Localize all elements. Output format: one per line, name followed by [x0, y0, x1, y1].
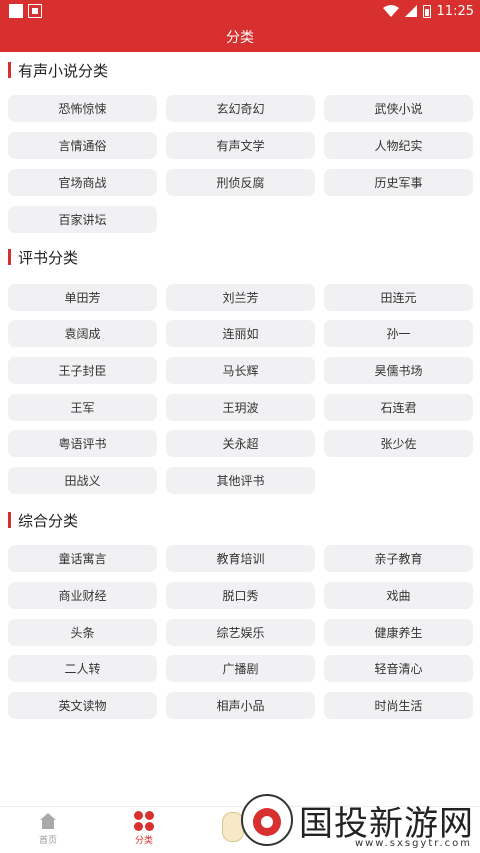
- category-chip[interactable]: 英文读物: [8, 692, 157, 719]
- category-chip[interactable]: 历史军事: [324, 169, 473, 196]
- section-accent-bar: [8, 249, 11, 265]
- category-chip[interactable]: 关永超: [166, 430, 315, 457]
- status-bar: 11:25: [0, 0, 480, 22]
- category-chip[interactable]: 田连元: [324, 284, 473, 311]
- battery-icon: [422, 4, 431, 18]
- section-title-storytelling: 评书分类: [8, 247, 78, 267]
- category-chip[interactable]: 头条: [8, 619, 157, 646]
- category-chip[interactable]: 脱口秀: [166, 582, 315, 609]
- page-title: 分类: [226, 30, 254, 46]
- signal-icon: [404, 5, 417, 17]
- notification-icon: [9, 4, 23, 18]
- category-chip[interactable]: 商业财经: [8, 582, 157, 609]
- category-chip[interactable]: 言情通俗: [8, 132, 157, 159]
- category-chip[interactable]: 恐怖惊悚: [8, 95, 157, 122]
- category-chip[interactable]: 单田芳: [8, 284, 157, 311]
- section-title-text: 评书分类: [18, 248, 79, 267]
- category-chip[interactable]: 王子封臣: [8, 357, 157, 384]
- section-title-audio-novels: 有声小说分类: [8, 60, 108, 80]
- app-bar: 分类: [0, 22, 480, 52]
- watermark-url: www.sxsgytr.com: [354, 838, 472, 849]
- nav-category[interactable]: 分类: [96, 811, 192, 851]
- category-chip[interactable]: 人物纪实: [324, 132, 473, 159]
- category-chip[interactable]: 教育培训: [166, 545, 315, 572]
- category-chip[interactable]: 玄幻奇幻: [166, 95, 315, 122]
- category-chip[interactable]: 昊儒书场: [324, 357, 473, 384]
- category-chip[interactable]: 亲子教育: [324, 545, 473, 572]
- section-accent-bar: [8, 512, 11, 528]
- category-chip[interactable]: 综艺娱乐: [166, 619, 315, 646]
- category-chip[interactable]: 广播剧: [166, 655, 315, 682]
- category-chip[interactable]: 时尚生活: [324, 692, 473, 719]
- category-chip[interactable]: 有声文学: [166, 132, 315, 159]
- category-chip[interactable]: 其他评书: [166, 467, 315, 494]
- nav-home[interactable]: 首页: [0, 811, 96, 851]
- category-chip[interactable]: 田战义: [8, 467, 157, 494]
- category-chip[interactable]: 石连君: [324, 394, 473, 421]
- section-title-text: 有声小说分类: [18, 61, 109, 80]
- category-chip[interactable]: 二人转: [8, 655, 157, 682]
- category-chip[interactable]: 官场商战: [8, 169, 157, 196]
- category-chip[interactable]: 张少佐: [324, 430, 473, 457]
- category-chip[interactable]: 王军: [8, 394, 157, 421]
- home-icon: [40, 813, 56, 829]
- category-chip[interactable]: 童话寓言: [8, 545, 157, 572]
- category-chip[interactable]: 百家讲坛: [8, 206, 157, 233]
- nav-category-label: 分类: [134, 836, 153, 846]
- category-chip[interactable]: 王玥波: [166, 394, 315, 421]
- category-chip[interactable]: 相声小品: [166, 692, 315, 719]
- notification-app-icon: [28, 4, 42, 18]
- section-title-text: 综合分类: [18, 511, 79, 530]
- wifi-icon: [382, 5, 399, 17]
- screen: 11:25 分类 有声小说分类 恐怖惊悚 玄幻奇幻 武侠小说 言情通俗 有声文学…: [0, 0, 480, 853]
- category-chip[interactable]: 刘兰芳: [166, 284, 315, 311]
- clock: 11:25: [436, 3, 474, 19]
- nav-home-label: 首页: [38, 836, 57, 846]
- category-chip[interactable]: 刑侦反腐: [166, 169, 315, 196]
- category-chip[interactable]: 武侠小说: [324, 95, 473, 122]
- category-icon: [134, 811, 154, 831]
- category-chip[interactable]: 健康养生: [324, 619, 473, 646]
- category-chip[interactable]: 连丽如: [166, 320, 315, 347]
- category-chip[interactable]: 粤语评书: [8, 430, 157, 457]
- category-chip[interactable]: 袁阔成: [8, 320, 157, 347]
- category-chip[interactable]: 孙一: [324, 320, 473, 347]
- category-chip[interactable]: 戏曲: [324, 582, 473, 609]
- category-chip[interactable]: 马长辉: [166, 357, 315, 384]
- category-chip[interactable]: 轻音清心: [324, 655, 473, 682]
- section-accent-bar: [8, 62, 11, 78]
- watermark-logo: [241, 794, 293, 846]
- section-title-general: 综合分类: [8, 510, 78, 530]
